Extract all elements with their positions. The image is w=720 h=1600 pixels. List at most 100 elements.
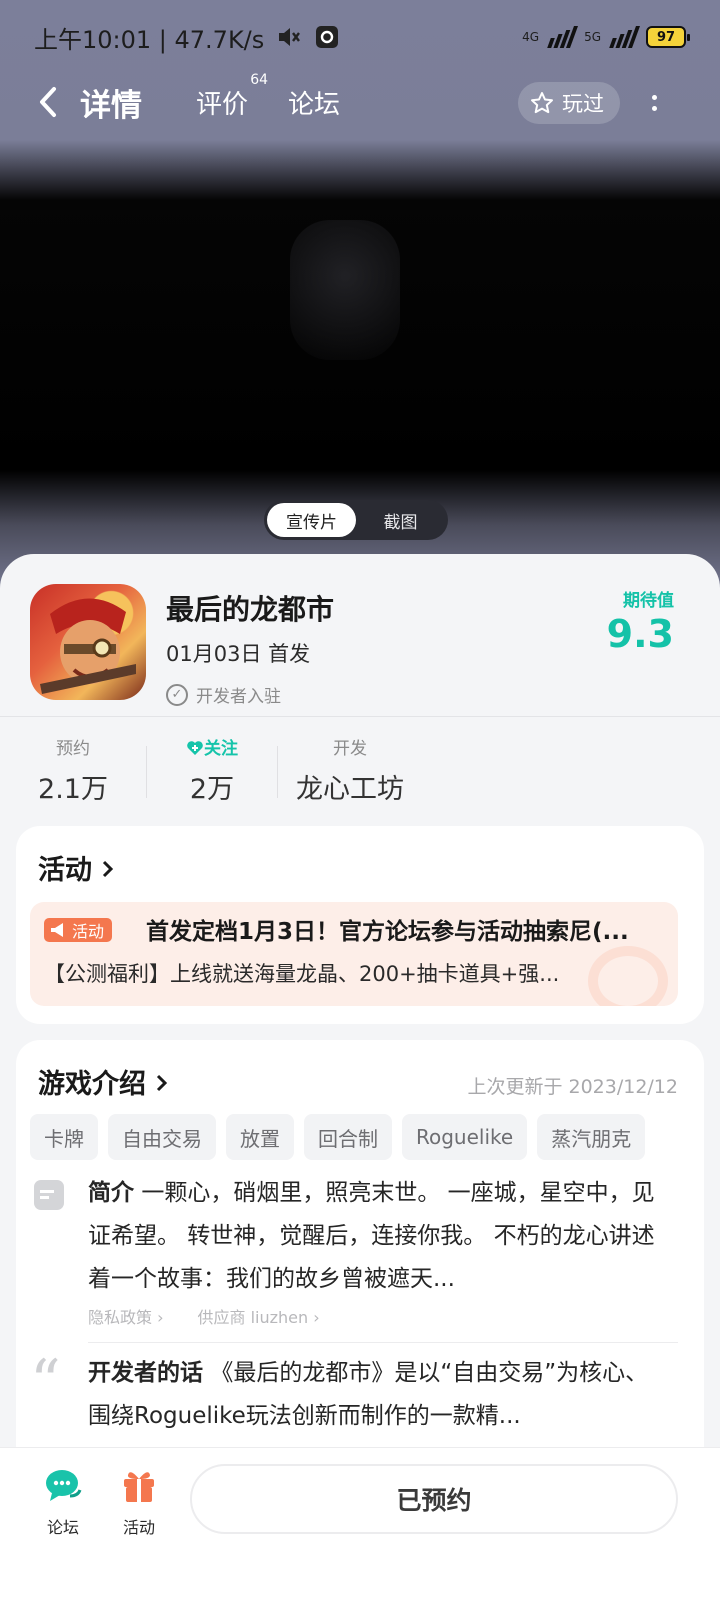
developer-words[interactable]: 开发者的话 《最后的龙都市》是以“自由交易”为核心、围绕Roguelike玩法创… (88, 1352, 668, 1438)
tag-free-trade[interactable]: 自由交易 (108, 1114, 216, 1160)
tag-turn-based[interactable]: 回合制 (304, 1114, 392, 1160)
activity-card: 活动 活动 首发定档1月3日！官方论坛参与活动抽索尼(... 【公测福利】上线就… (16, 826, 704, 1024)
back-button[interactable] (30, 82, 66, 122)
chevron-right-icon (157, 1074, 168, 1092)
game-header: 最后的龙都市 01月03日 首发 ✓ 开发者入驻 期待值 9.3 (30, 584, 690, 707)
activity-subline: 【公测福利】上线就送海量龙晶、200+抽卡道具+强... (44, 962, 560, 986)
battery-level: 97 (656, 29, 676, 45)
stat-label: 关注 (204, 739, 238, 759)
toggle-promo-video[interactable]: 宣传片 (267, 503, 356, 537)
tag-steampunk[interactable]: 蒸汽朋克 (537, 1114, 646, 1160)
supplier-link[interactable]: 供应商 liuzhen › (198, 1304, 320, 1328)
supplier-label: 供应商 liuzhen (197, 1308, 309, 1327)
heart-plus-icon (187, 741, 203, 755)
activity-tag: 活动 (44, 918, 113, 942)
toggle-screenshots[interactable]: 截图 (356, 503, 445, 537)
expectation-value: 9.3 (606, 612, 674, 656)
release-date: 01月03日 首发 (166, 642, 311, 666)
tab-details[interactable]: 详情 (78, 80, 144, 125)
tab-reviews[interactable]: 评价 64 (196, 72, 268, 121)
summary-text[interactable]: 简介 一颗心，硝烟里，照亮末世。 一座城，星空中，见证希望。 转世神，觉醒后，连… (88, 1172, 668, 1301)
chevron-right-icon (103, 860, 114, 878)
reserved-button[interactable]: 已预约 (190, 1464, 678, 1534)
stats-row: 预约 2.1万 关注 2万 开发 龙心工坊 (0, 730, 720, 810)
privacy-policy-link[interactable]: 隐私政策 › (88, 1304, 164, 1328)
forum-chat-icon (46, 1470, 82, 1501)
divider (88, 1342, 678, 1343)
tab-details-label: 详情 (80, 87, 142, 124)
game-character-art (40, 598, 136, 694)
tab-forum[interactable]: 论坛 (288, 84, 340, 121)
bottom-forum-label: 论坛 (46, 1518, 79, 1537)
mute-icon (279, 28, 301, 46)
privacy-label: 隐私政策 (88, 1308, 153, 1327)
tag-card[interactable]: 卡牌 (30, 1114, 98, 1160)
follow-label-wrap: 关注 (147, 734, 277, 759)
developer-words-label: 开发者的话 (88, 1360, 203, 1386)
quote-icon: “ (30, 1347, 61, 1417)
summary-label: 简介 (88, 1180, 134, 1206)
game-title: 最后的龙都市 (166, 593, 335, 626)
top-nav: 详情 评价 64 论坛 玩过 (0, 72, 720, 130)
developer-badge[interactable]: ✓ 开发者入驻 (166, 682, 281, 707)
network-5g: 5G (584, 30, 601, 44)
signal-icon (547, 26, 579, 48)
status-bar: 上午10:01 | 47.7K/s 4G 5G 97 (0, 0, 720, 74)
tab-forum-label: 论坛 (288, 89, 341, 120)
intro-card: 游戏介绍 上次更新于 2023/12/12 卡牌 自由交易 放置 回合制 Rog… (16, 1040, 704, 1460)
divider (0, 716, 720, 717)
status-right: 4G 5G 97 (522, 26, 690, 48)
check-circle-icon: ✓ (166, 683, 188, 706)
intro-title[interactable]: 游戏介绍 (38, 1062, 169, 1101)
battery-icon: 97 (646, 26, 690, 48)
tag-roguelike[interactable]: Roguelike (402, 1114, 528, 1160)
legal-links: 隐私政策 › 供应商 liuzhen › (88, 1304, 320, 1328)
time-speed: 上午10:01 | 47.7K/s (34, 25, 265, 54)
stat-label: 开发 (333, 739, 367, 759)
stat-value: 龙心工坊 (296, 774, 404, 805)
stat-reservations: 预约 2.1万 (0, 730, 146, 810)
activity-headline: 首发定档1月3日！官方论坛参与活动抽索尼(... (146, 919, 629, 945)
bottom-activity-label: 活动 (122, 1518, 155, 1537)
stat-value: 2.1万 (38, 774, 108, 805)
tab-reviews-label: 评价 (196, 89, 249, 120)
activity-item[interactable]: 活动 首发定档1月3日！官方论坛参与活动抽索尼(... 【公测福利】上线就送海量… (30, 902, 678, 1006)
more-dot-icon (651, 95, 657, 100)
video-frame (290, 220, 400, 360)
tag-list: 卡牌 自由交易 放置 回合制 Roguelike 蒸汽朋克 (30, 1114, 690, 1160)
played-button[interactable]: 玩过 (518, 82, 620, 124)
bottom-activity-button[interactable]: 活动 (109, 1466, 169, 1538)
app-notify-icon (316, 26, 339, 48)
expectation-score: 期待值 9.3 (607, 586, 674, 657)
media-toggle: 宣传片 截图 (264, 500, 448, 540)
chevron-left-icon (40, 87, 56, 117)
stat-follow[interactable]: 关注 2万 (147, 730, 277, 810)
developer-badge-label: 开发者入驻 (196, 687, 281, 707)
app-page: 上午10:01 | 47.7K/s 4G 5G 97 详情 评价 64 论坛 玩… (0, 0, 720, 1600)
review-count-badge: 64 (250, 71, 269, 88)
more-menu-button[interactable] (644, 84, 664, 122)
stat-label: 预约 (56, 739, 90, 759)
intro-title-label: 游戏介绍 (38, 1069, 146, 1100)
activity-tag-label: 活动 (72, 922, 105, 941)
bottom-bar: 论坛 活动 已预约 (0, 1448, 720, 1600)
star-outline-icon (531, 92, 553, 114)
expectation-label: 期待值 (623, 591, 674, 611)
signal-icon-2 (609, 26, 641, 48)
megaphone-icon (51, 923, 63, 937)
more-dot-icon (651, 106, 657, 111)
stat-value: 2万 (189, 774, 235, 805)
status-left: 上午10:01 | 47.7K/s (34, 20, 340, 55)
last-updated: 上次更新于 2023/12/12 (467, 1076, 678, 1098)
network-4g: 4G (522, 30, 540, 44)
bottom-forum-button[interactable]: 论坛 (33, 1466, 93, 1538)
gift-icon (124, 1472, 154, 1502)
summary-body: 一颗心，硝烟里，照亮末世。 一座城，星空中，见证希望。 转世神，觉醒后，连接你我… (88, 1180, 655, 1292)
game-icon (30, 584, 146, 700)
played-label: 玩过 (562, 92, 604, 116)
activity-title[interactable]: 活动 (38, 848, 115, 887)
activity-title-label: 活动 (38, 855, 92, 886)
stat-developer[interactable]: 开发 龙心工坊 (278, 730, 422, 810)
tag-idle[interactable]: 放置 (226, 1114, 294, 1160)
summary-icon (34, 1180, 64, 1210)
